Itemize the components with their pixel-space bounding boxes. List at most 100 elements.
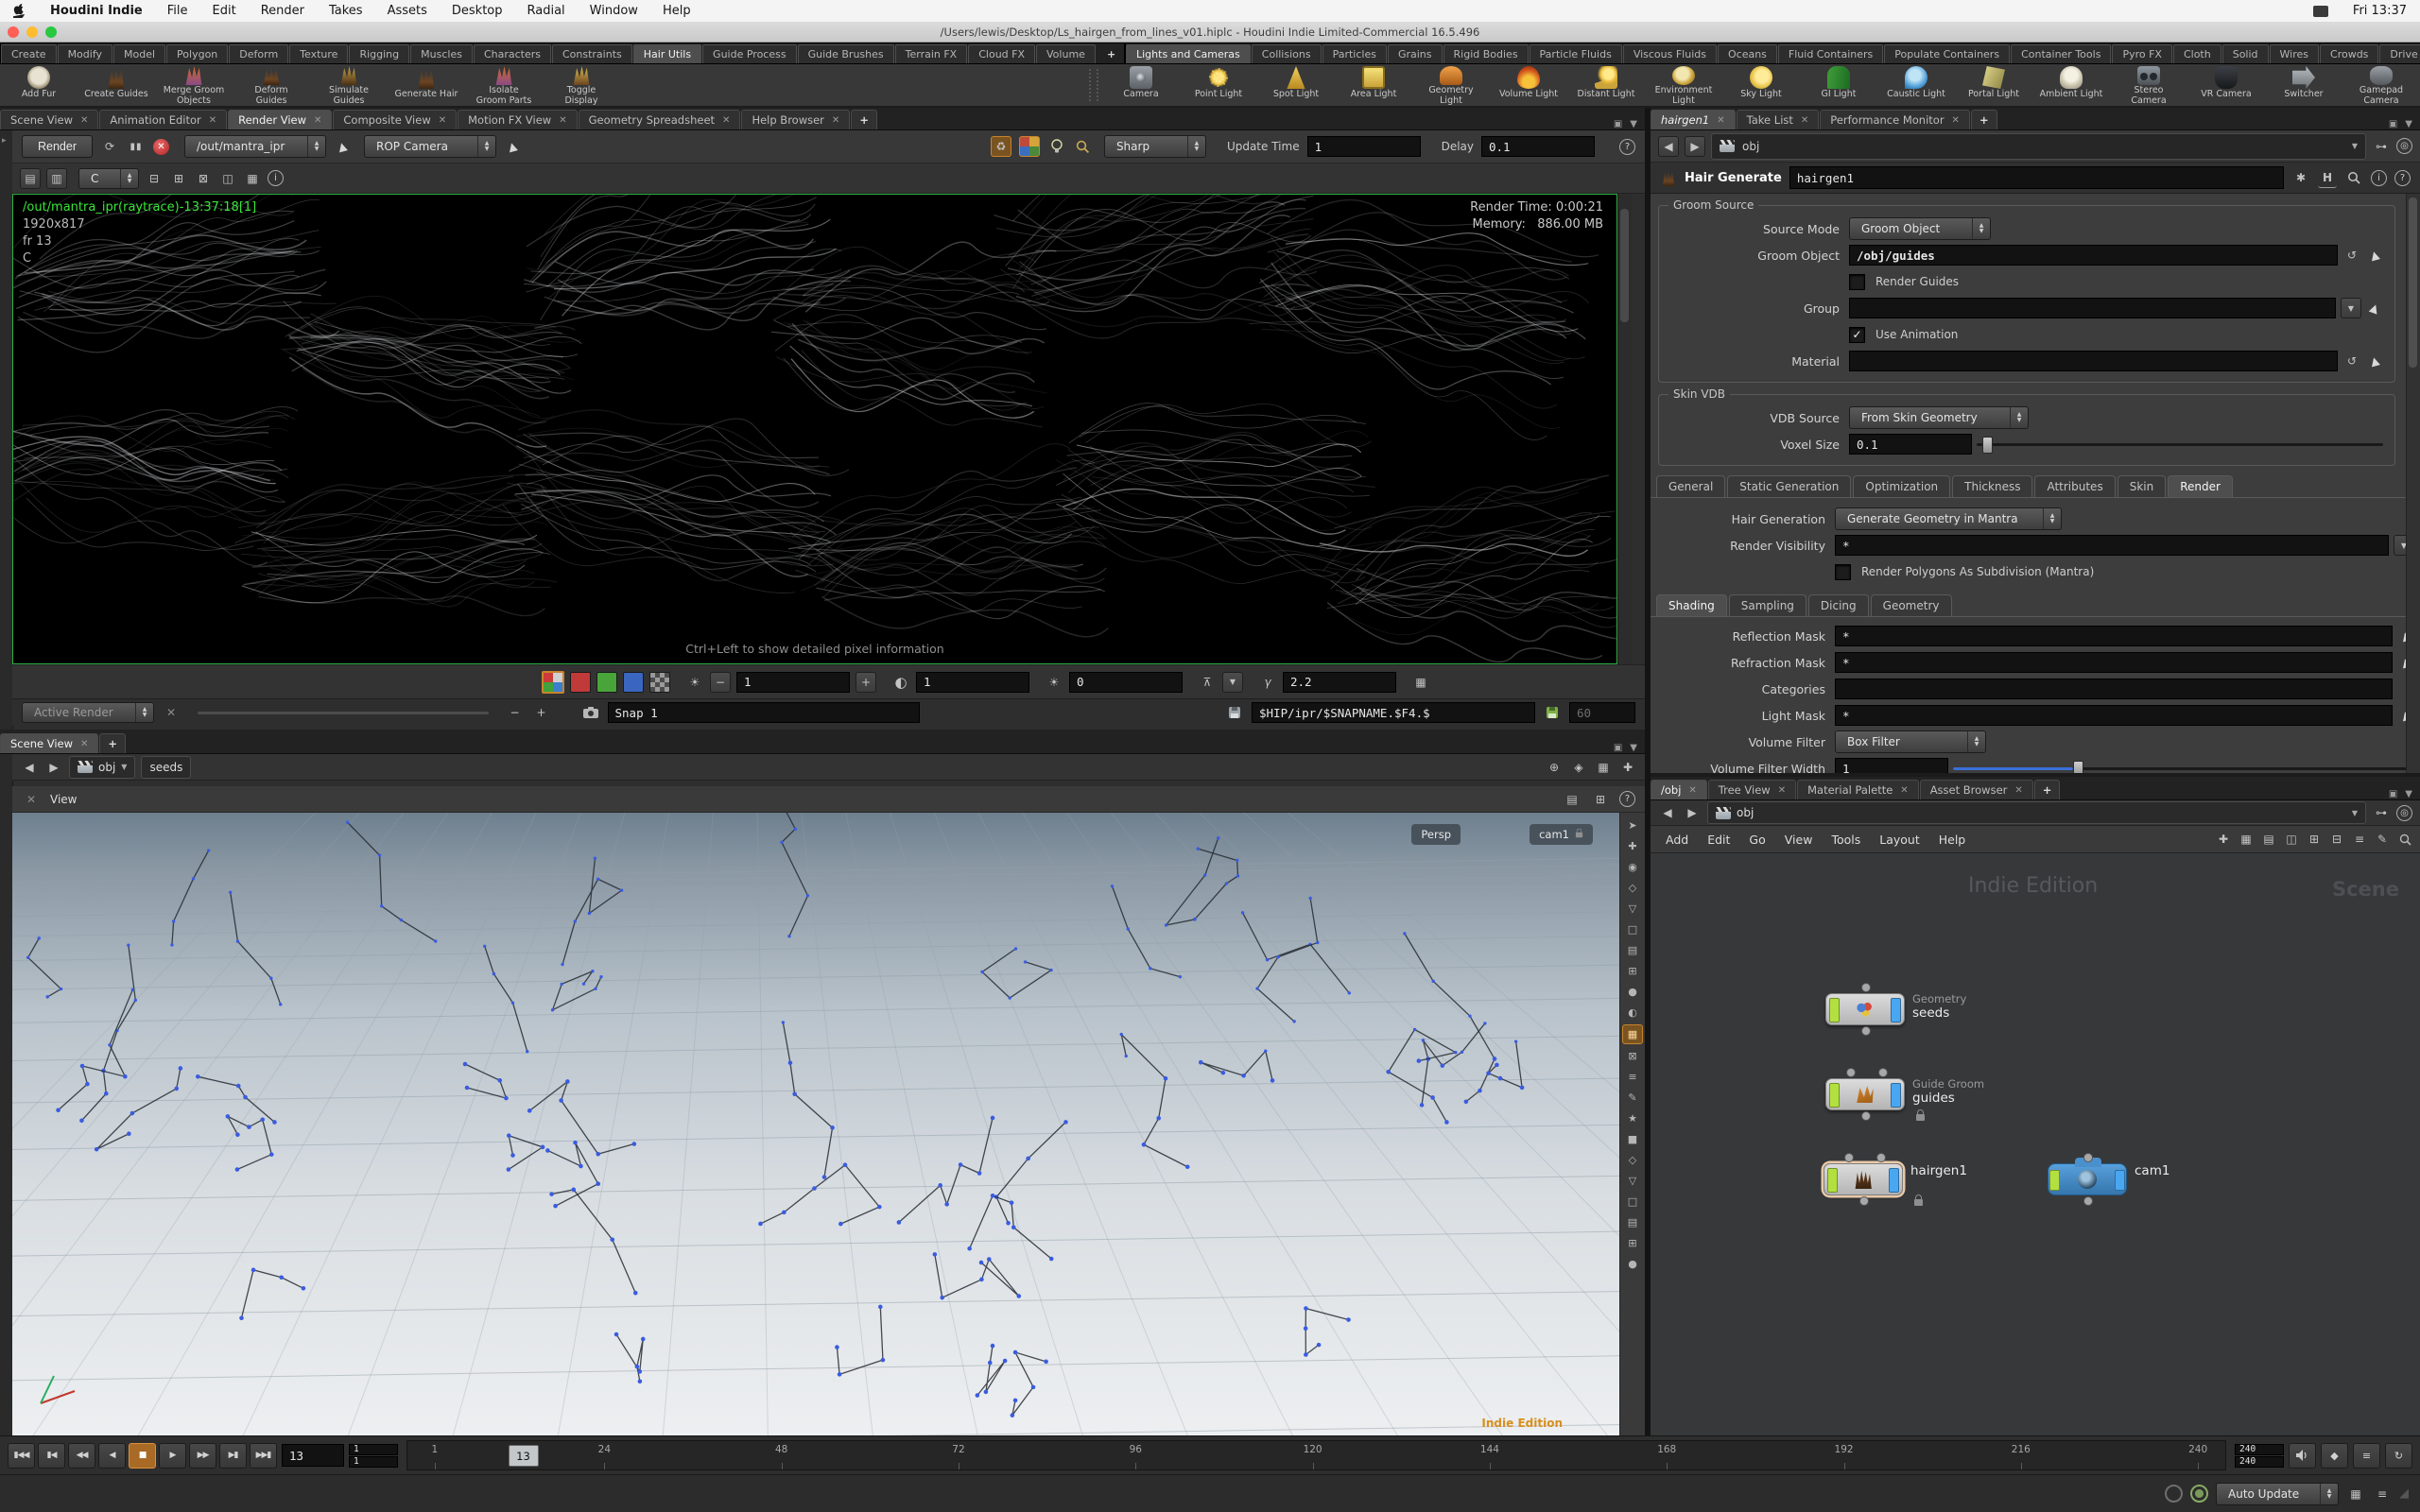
pane-stow-strip[interactable]: ▸ xyxy=(0,130,13,1435)
follow-icon[interactable]: ◎ xyxy=(2396,138,2412,154)
snapshot-camera-icon[interactable] xyxy=(581,703,600,722)
refresh-render-icon[interactable]: ⟳ xyxy=(100,137,119,156)
resize-grip-icon[interactable]: ◢ xyxy=(2399,1486,2409,1501)
camera-view-button[interactable]: cam1 xyxy=(1530,824,1593,845)
node-cam1[interactable]: cam1 xyxy=(2048,1163,2127,1195)
node-seeds[interactable]: Geometryseeds xyxy=(1825,993,1905,1025)
update-time-field[interactable]: 1 xyxy=(1307,136,1421,157)
pane-tab-composite-view[interactable]: Composite View✕ xyxy=(333,110,457,129)
shelf-tool-camera[interactable]: Camera xyxy=(1102,64,1180,106)
material-field[interactable] xyxy=(1849,351,2338,371)
shelf-tab-deform[interactable]: Deform xyxy=(229,44,288,63)
shelf-tab-modify[interactable]: Modify xyxy=(58,44,112,63)
group-field[interactable] xyxy=(1849,298,2336,318)
shelf-tool-area-light[interactable]: Area Light xyxy=(1335,64,1412,106)
pane-tab-scene-view[interactable]: Scene View✕ xyxy=(0,110,98,129)
menubar-item-radial[interactable]: Radial xyxy=(527,4,565,18)
render-subtab-shading[interactable]: Shading xyxy=(1656,594,1727,616)
shelf-tab-cloud-fx[interactable]: Cloud FX xyxy=(968,44,1035,63)
net-pin-icon[interactable]: ⊶ xyxy=(2372,803,2391,822)
network-zoom-icon[interactable] xyxy=(2395,830,2414,849)
node-guides[interactable]: Guide Groomguides xyxy=(1825,1078,1905,1110)
shelf-tool-merge-groom-objects[interactable]: Merge Groom Objects xyxy=(155,64,233,106)
shelf-tool-create-guides[interactable]: Create Guides xyxy=(78,64,155,106)
pane-menu-icon[interactable]: ▣ xyxy=(2389,119,2397,129)
shelf-tab-solid[interactable]: Solid xyxy=(2222,44,2269,63)
scrollbar-thumb[interactable] xyxy=(1620,209,1629,322)
menu-extra-icon[interactable] xyxy=(2313,6,2328,17)
viewport-tool-icon-12[interactable]: ≡ xyxy=(1623,1068,1642,1086)
update-mode-selector[interactable]: Auto Update ▲▼ xyxy=(2216,1483,2339,1505)
volume-filter-width-field[interactable]: 1 xyxy=(1835,758,1948,773)
shelf-tab-container-tools[interactable]: Container Tools xyxy=(2011,44,2111,63)
close-icon[interactable]: ✕ xyxy=(439,115,446,126)
display-flag[interactable] xyxy=(1829,998,1840,1022)
next-key-button[interactable]: ▶▮ xyxy=(219,1443,247,1469)
menubar-item-edit[interactable]: Edit xyxy=(213,4,236,18)
back-icon[interactable]: ◀ xyxy=(20,758,39,777)
shelf-tab-hair-utils[interactable]: Hair Utils xyxy=(633,44,701,63)
range-end-sub[interactable]: 240 xyxy=(2235,1456,2284,1468)
shelf-tab-cloth[interactable]: Cloth xyxy=(2173,44,2221,63)
preview-mosaic-icon[interactable]: ▦ xyxy=(1019,136,1040,157)
shelf-tool-portal-light[interactable]: Portal Light xyxy=(1955,64,2032,106)
display-flag[interactable] xyxy=(2049,1170,2060,1191)
stop-render-icon[interactable]: ✕ xyxy=(153,139,169,155)
param-tab-static-generation[interactable]: Static Generation xyxy=(1727,475,1851,497)
exposure-field[interactable]: 1 xyxy=(736,672,850,693)
menubar-item-assets[interactable]: Assets xyxy=(388,4,427,18)
viewport-tool-icon-21[interactable]: ● xyxy=(1623,1255,1642,1273)
net-path-chip[interactable]: obj ▼ xyxy=(1707,801,2366,824)
network-tool-icon-5[interactable]: ⊟ xyxy=(2327,830,2346,849)
network-tab-obj[interactable]: /obj✕ xyxy=(1651,780,1707,799)
play-fast-button[interactable]: ▶▶ xyxy=(189,1443,216,1469)
shelf-tab-populate-containers[interactable]: Populate Containers xyxy=(1884,44,2010,63)
param-tab-optimization[interactable]: Optimization xyxy=(1853,475,1950,497)
param-tab-take-list[interactable]: Take List✕ xyxy=(1737,110,1820,129)
viewport-tool-icon-6[interactable]: ▤ xyxy=(1623,941,1642,959)
input-connector[interactable] xyxy=(1876,1153,1886,1162)
shelf-tab-constraints[interactable]: Constraints xyxy=(552,44,632,63)
prev-key-button[interactable]: ▮◀ xyxy=(38,1443,65,1469)
param-tab-render[interactable]: Render xyxy=(2168,475,2233,497)
scene-viewport[interactable]: Persp cam1 Indie Edition xyxy=(12,813,1619,1435)
pane-split-icon[interactable]: ▼ xyxy=(2405,789,2412,799)
shelf-tab-terrain-fx[interactable]: Terrain FX xyxy=(895,44,968,63)
menubar-app-name[interactable]: Houdini Indie xyxy=(50,4,143,18)
link-icon[interactable]: ⊕ xyxy=(1545,758,1564,777)
output-connector[interactable] xyxy=(1861,1026,1871,1036)
brightness-field[interactable]: 0 xyxy=(1069,672,1183,693)
forward-icon[interactable]: ▶ xyxy=(44,758,63,777)
param-tab-skin[interactable]: Skin xyxy=(2118,475,2167,497)
viewport-tool-icon-16[interactable]: ◇ xyxy=(1623,1151,1642,1169)
param-tab-hairgen1[interactable]: hairgen1✕ xyxy=(1651,110,1736,129)
channel-blue-button[interactable] xyxy=(623,672,644,693)
input-connector[interactable] xyxy=(2083,1153,2093,1162)
shelf-tool-gi-light[interactable]: GI Light xyxy=(1800,64,1877,106)
channel-red-button[interactable] xyxy=(570,672,591,693)
shelf-tool-add-fur[interactable]: Add Fur xyxy=(0,64,78,106)
shelf-tab-texture[interactable]: Texture xyxy=(289,44,348,63)
subdiv-checkbox[interactable] xyxy=(1835,564,1851,580)
viewport-tool-icon-0[interactable]: ➤ xyxy=(1623,816,1642,834)
network-tab-material-palette[interactable]: Material Palette✕ xyxy=(1797,780,1919,799)
close-icon[interactable]: ✕ xyxy=(209,115,216,126)
timeline-ruler[interactable]: 13 124487296120144168192216240 xyxy=(406,1440,2226,1470)
zoom-in-icon[interactable]: + xyxy=(532,703,551,722)
menubar-item-takes[interactable]: Takes xyxy=(329,4,363,18)
scrollbar-thumb[interactable] xyxy=(2409,198,2417,368)
ipr-recycle-icon[interactable]: ♻ xyxy=(991,136,1011,157)
param-forward-icon[interactable]: ▶ xyxy=(1685,136,1705,157)
render-subtab-dicing[interactable]: Dicing xyxy=(1808,594,1869,616)
shelf-tab-drive-simulation[interactable]: Drive Simulation xyxy=(2379,44,2420,63)
param-tab-performance-monitor[interactable]: Performance Monitor✕ xyxy=(1820,110,1970,129)
categories-field[interactable] xyxy=(1835,679,2393,699)
close-icon[interactable]: ✕ xyxy=(559,115,566,126)
render-flag[interactable] xyxy=(1889,1168,1899,1193)
current-frame-field[interactable]: 13 xyxy=(282,1444,344,1467)
new-tab-button[interactable]: + xyxy=(1971,110,1997,129)
refraction-mask-field[interactable]: * xyxy=(1835,652,2393,673)
shelf-tab-particle-fluids[interactable]: Particle Fluids xyxy=(1530,44,1622,63)
shelf-tab-pyro-fx[interactable]: Pyro FX xyxy=(2112,44,2172,63)
render-subtab-geometry[interactable]: Geometry xyxy=(1871,594,1952,616)
